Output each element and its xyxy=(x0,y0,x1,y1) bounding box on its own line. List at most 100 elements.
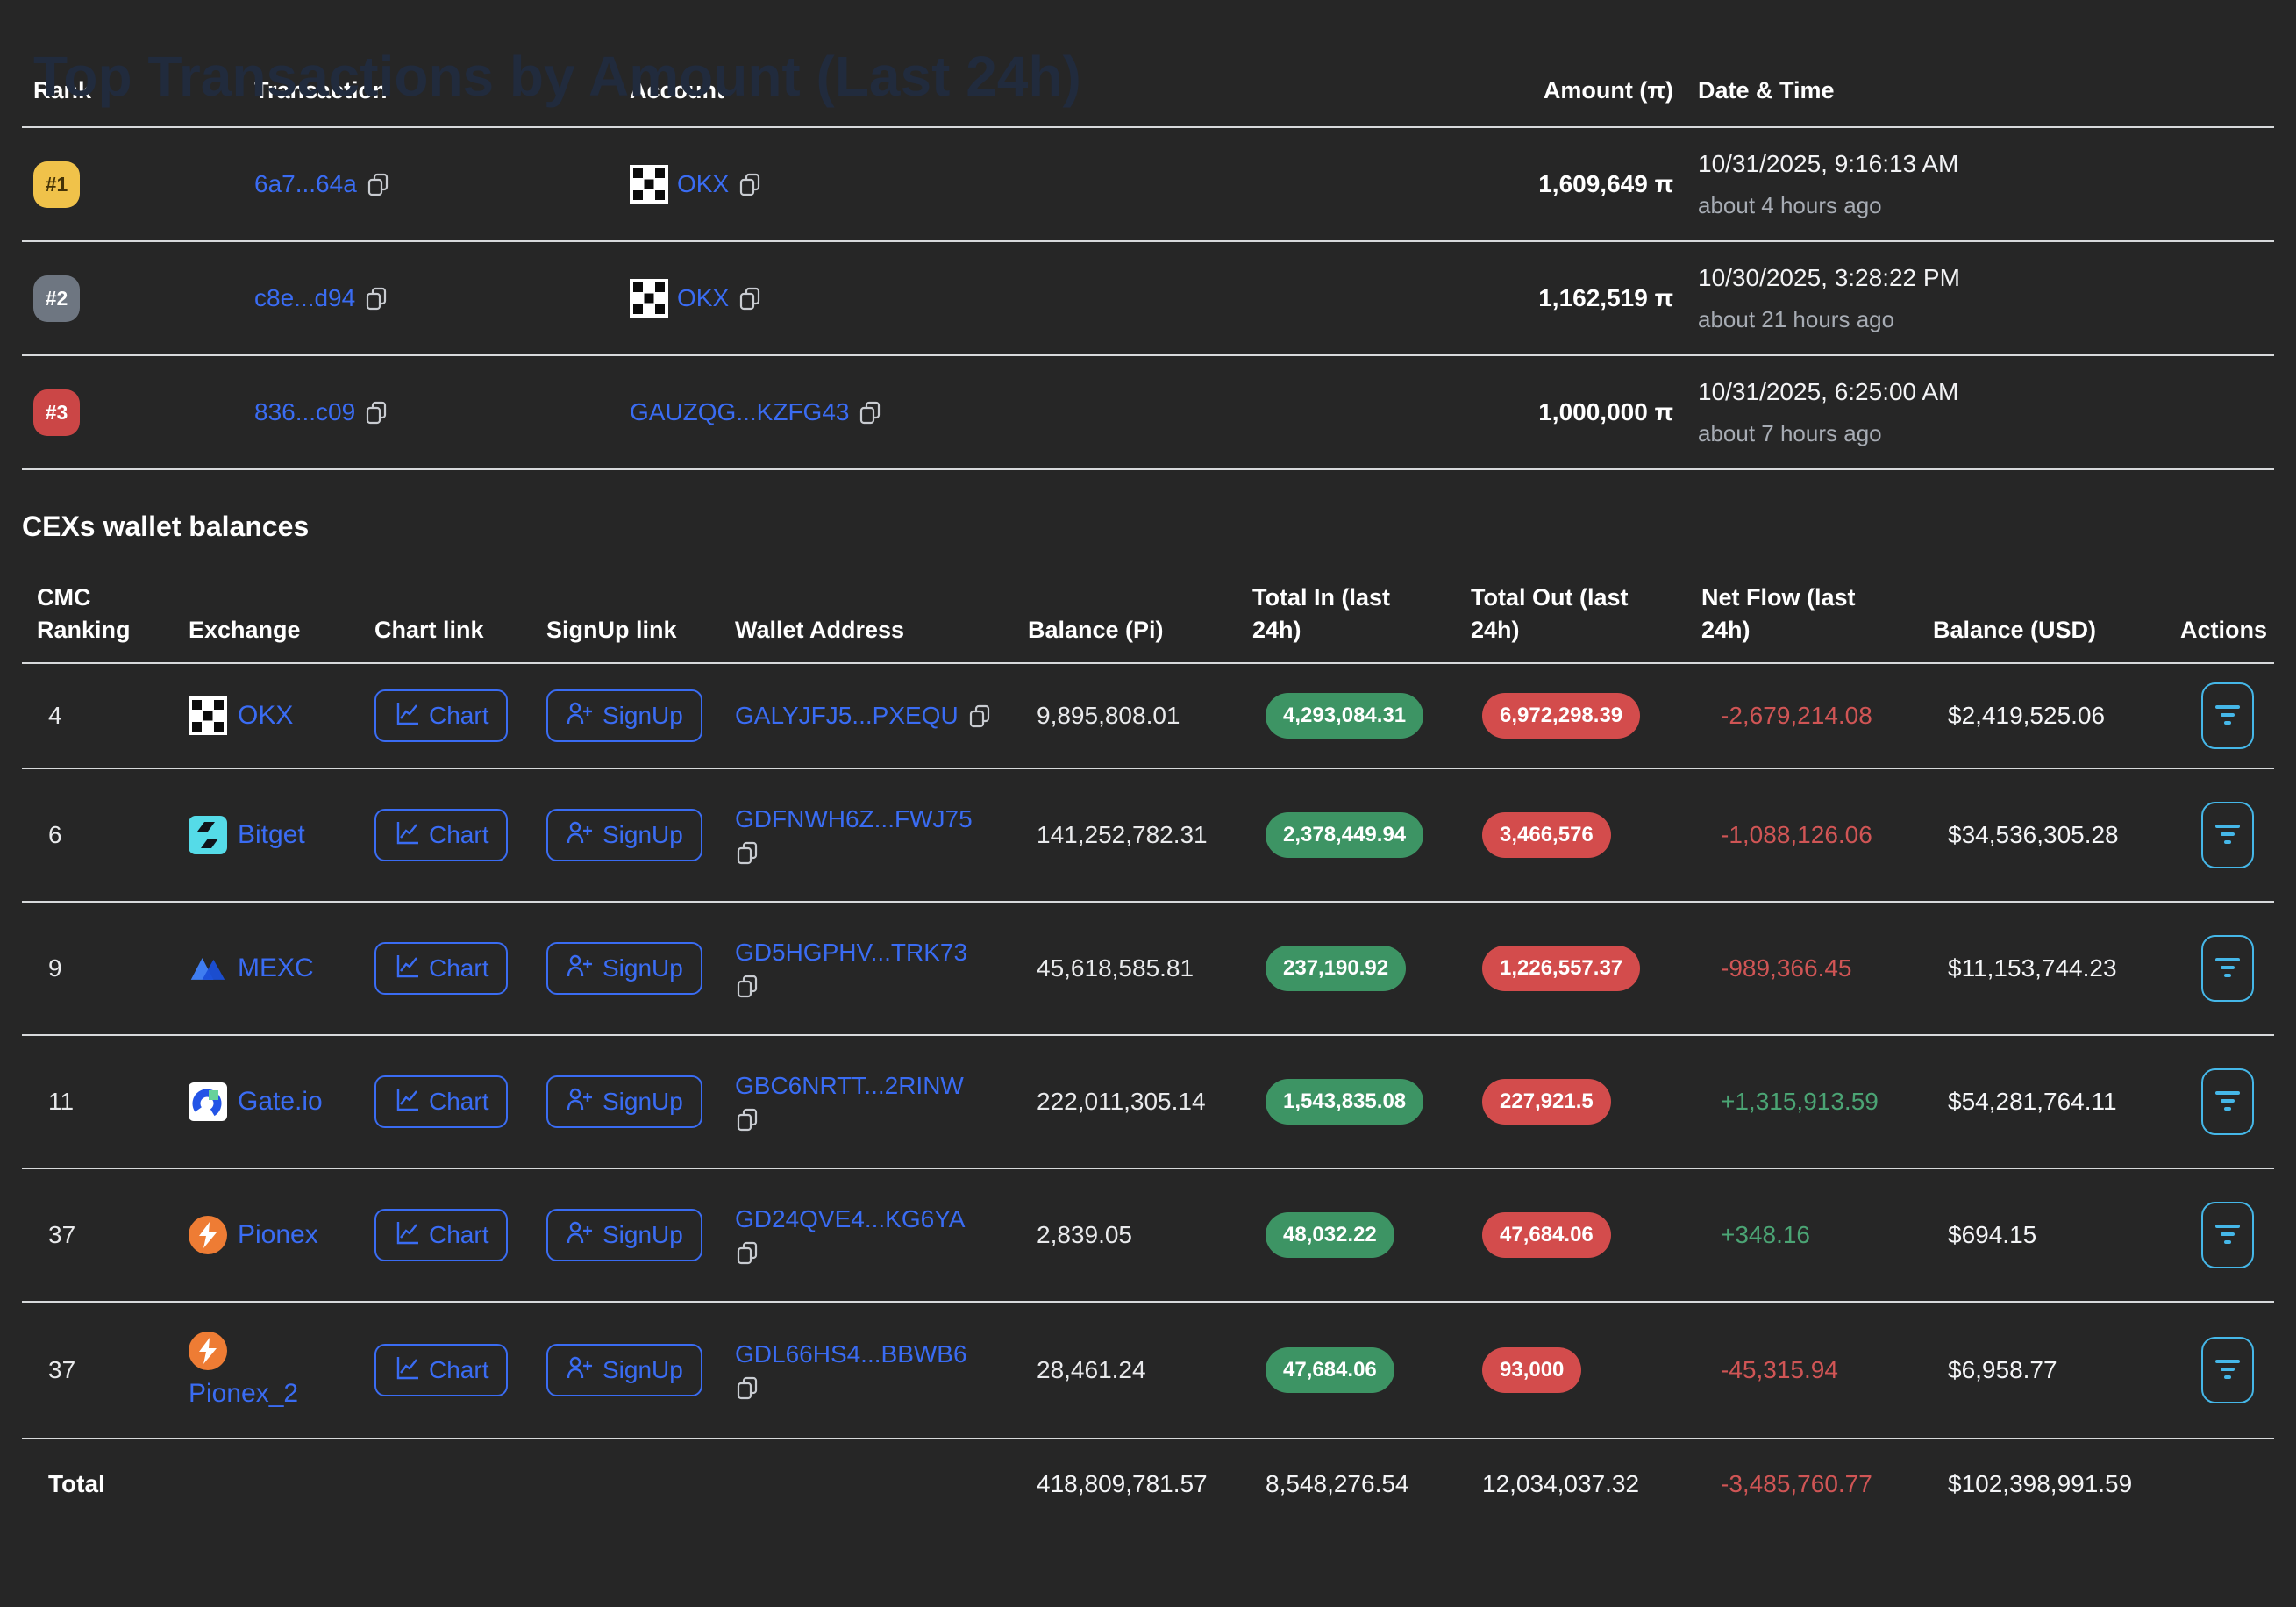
signup-button[interactable]: SignUp xyxy=(546,1209,702,1261)
exchange-link[interactable]: Gate.io xyxy=(238,1087,323,1117)
actions-button[interactable] xyxy=(2201,802,2254,868)
actions-button[interactable] xyxy=(2201,1068,2254,1135)
pionex-icon xyxy=(189,1332,227,1370)
filter-icon xyxy=(2214,1089,2241,1115)
copy-icon[interactable] xyxy=(735,1240,759,1265)
signup-icon xyxy=(566,1086,594,1118)
wallet-address-link[interactable]: GD24QVE4...KG6YA xyxy=(735,1205,966,1233)
balance-usd-value: $6,958.77 xyxy=(1933,1356,2180,1384)
chart-button[interactable]: Chart xyxy=(374,1344,508,1396)
cex-wallets-table: CMC Ranking Exchange Chart link SignUp l… xyxy=(22,582,2274,1529)
exchange-row: 37 Pionex_2 Chart SignUp GDL66HS4...BBWB… xyxy=(22,1303,2274,1439)
transaction-row: #2 c8e...d94 OKX 1,162,519 π 10/30/2025,… xyxy=(22,242,2274,356)
chart-icon xyxy=(394,700,420,732)
copy-icon[interactable] xyxy=(738,172,762,196)
signup-icon xyxy=(566,1219,594,1252)
net-flow-value: -2,679,214.08 xyxy=(1701,702,1933,730)
copy-icon[interactable] xyxy=(735,974,759,998)
exchange-link[interactable]: OKX xyxy=(238,701,293,731)
exchange-link[interactable]: MEXC xyxy=(238,953,314,983)
chart-icon xyxy=(394,1354,420,1387)
copy-icon[interactable] xyxy=(364,286,389,311)
wallet-address-link[interactable]: GDFNWH6Z...FWJ75 xyxy=(735,805,973,833)
relative-time: about 7 hours ago xyxy=(1698,420,2274,447)
header-balance-pi: Balance (Pi) xyxy=(1028,614,1252,646)
exchange-row: 37 Pionex Chart SignUp GD24QVE4...KG6YA … xyxy=(22,1169,2274,1303)
header-signup-link: SignUp link xyxy=(546,614,735,646)
copy-icon[interactable] xyxy=(366,172,390,196)
balance-pi-value: 222,011,305.14 xyxy=(1028,1088,1252,1116)
header-balance-usd: Balance (USD) xyxy=(1933,614,2180,646)
copy-icon[interactable] xyxy=(858,400,882,425)
balance-pi-value: 28,461.24 xyxy=(1028,1356,1252,1384)
actions-button[interactable] xyxy=(2201,1202,2254,1268)
total-row: Total 418,809,781.57 8,548,276.54 12,034… xyxy=(22,1439,2274,1529)
account-link[interactable]: OKX xyxy=(677,170,729,198)
wallet-address-link[interactable]: GALYJFJ5...PXEQU xyxy=(735,702,959,730)
signup-icon xyxy=(566,819,594,852)
signup-button[interactable]: SignUp xyxy=(546,1075,702,1128)
transaction-link[interactable]: 6a7...64a xyxy=(254,170,357,198)
total-balance-usd: $102,398,991.59 xyxy=(1933,1470,2180,1498)
chart-button[interactable]: Chart xyxy=(374,689,508,742)
header-datetime: Date & Time xyxy=(1673,77,2274,104)
account-link[interactable]: OKX xyxy=(677,284,729,312)
chart-button[interactable]: Chart xyxy=(374,942,508,995)
header-actions: Actions xyxy=(2180,614,2274,646)
copy-icon[interactable] xyxy=(735,1375,759,1400)
actions-button[interactable] xyxy=(2201,935,2254,1002)
copy-icon[interactable] xyxy=(735,840,759,865)
okx-icon xyxy=(630,279,668,318)
header-amount: Amount (π) xyxy=(1059,77,1673,104)
copy-icon[interactable] xyxy=(738,286,762,311)
actions-button[interactable] xyxy=(2201,682,2254,749)
wallet-address-link[interactable]: GBC6NRTT...2RINW xyxy=(735,1072,964,1100)
transaction-row: #3 836...c09 GAUZQG...KZFG43 1,000,000 π… xyxy=(22,356,2274,470)
total-in-badge: 48,032.22 xyxy=(1266,1212,1394,1258)
cmc-ranking-value: 37 xyxy=(22,1356,189,1384)
net-flow-value: +348.16 xyxy=(1701,1221,1933,1249)
exchange-link[interactable]: Pionex xyxy=(238,1220,318,1250)
net-flow-value: -45,315.94 xyxy=(1701,1356,1933,1384)
chart-button[interactable]: Chart xyxy=(374,1075,508,1128)
total-label: Total xyxy=(22,1470,189,1498)
total-in-badge: 4,293,084.31 xyxy=(1266,693,1423,739)
transaction-link[interactable]: c8e...d94 xyxy=(254,284,355,312)
amount-value: 1,162,519 π xyxy=(1059,284,1673,312)
account-link[interactable]: GAUZQG...KZFG43 xyxy=(630,398,849,426)
actions-button[interactable] xyxy=(2201,1337,2254,1403)
signup-button[interactable]: SignUp xyxy=(546,942,702,995)
total-out-badge: 1,226,557.37 xyxy=(1482,946,1640,991)
cmc-ranking-value: 9 xyxy=(22,954,189,982)
copy-icon[interactable] xyxy=(364,400,389,425)
chart-icon xyxy=(394,819,420,852)
header-net-flow: Net Flow (last 24h) xyxy=(1701,582,1933,646)
cmc-ranking-value: 37 xyxy=(22,1221,189,1249)
total-out-badge: 93,000 xyxy=(1482,1347,1581,1393)
cex-section-title: CEXs wallet balances xyxy=(22,511,2296,543)
signup-button[interactable]: SignUp xyxy=(546,809,702,861)
exchange-link[interactable]: Bitget xyxy=(238,820,305,850)
chart-button[interactable]: Chart xyxy=(374,809,508,861)
copy-icon[interactable] xyxy=(967,704,992,728)
exchange-link[interactable]: Pionex_2 xyxy=(189,1379,298,1409)
copy-icon[interactable] xyxy=(735,1107,759,1132)
total-in-badge: 237,190.92 xyxy=(1266,946,1406,991)
wallet-address-link[interactable]: GD5HGPHV...TRK73 xyxy=(735,939,967,967)
total-in-value: 8,548,276.54 xyxy=(1252,1470,1471,1498)
signup-button[interactable]: SignUp xyxy=(546,689,702,742)
filter-icon xyxy=(2214,1223,2241,1248)
okx-icon xyxy=(630,165,668,204)
header-cmc-ranking: CMC Ranking xyxy=(22,582,189,646)
pionex-icon xyxy=(189,1216,227,1254)
filter-icon xyxy=(2214,1358,2241,1383)
balance-usd-value: $54,281,764.11 xyxy=(1933,1088,2180,1116)
cmc-ranking-value: 11 xyxy=(22,1088,189,1116)
balance-usd-value: $694.15 xyxy=(1933,1221,2180,1249)
page-title-clipped: Top Transactions by Amount (Last 24h) xyxy=(33,44,1081,109)
chart-button[interactable]: Chart xyxy=(374,1209,508,1261)
net-flow-value: -989,366.45 xyxy=(1701,954,1933,982)
wallet-address-link[interactable]: GDL66HS4...BBWB6 xyxy=(735,1340,967,1368)
transaction-link[interactable]: 836...c09 xyxy=(254,398,355,426)
signup-button[interactable]: SignUp xyxy=(546,1344,702,1396)
